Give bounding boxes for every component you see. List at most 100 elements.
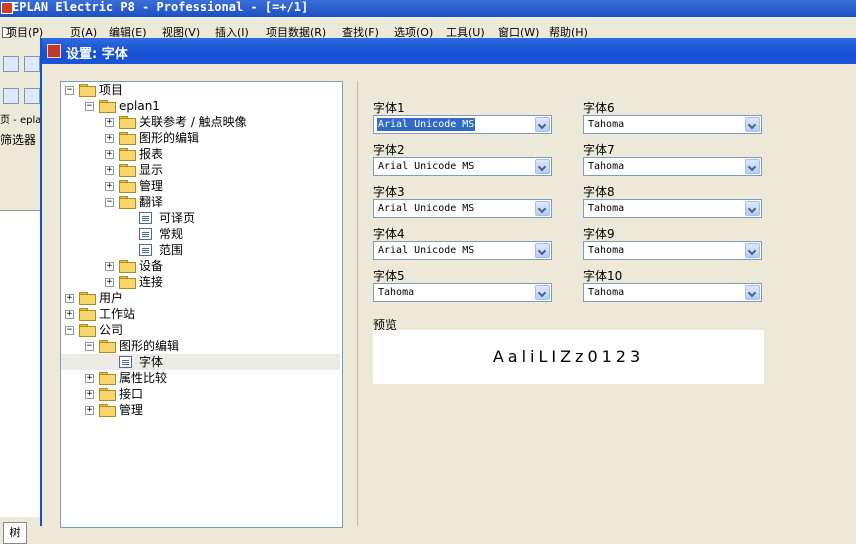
- font-select[interactable]: Tahoma: [583, 241, 762, 260]
- tree-item[interactable]: − 图形的编辑: [61, 338, 340, 354]
- chevron-down-icon[interactable]: [745, 159, 760, 174]
- toolbar-icon[interactable]: [3, 56, 19, 72]
- tab-tree[interactable]: 树: [3, 522, 27, 544]
- menu-item[interactable]: 项目(P): [6, 24, 43, 38]
- toolbar-icon[interactable]: [3, 88, 19, 104]
- expand-icon[interactable]: +: [105, 118, 114, 127]
- tree-item[interactable]: + 属性比较: [61, 370, 340, 386]
- folder-icon: [119, 260, 136, 273]
- chevron-down-icon[interactable]: [745, 285, 760, 300]
- folder-icon: [79, 84, 96, 97]
- expand-icon[interactable]: +: [105, 150, 114, 159]
- tree-item-label: eplan1: [119, 99, 160, 113]
- folder-icon: [79, 292, 96, 305]
- tree-item[interactable]: + 报表: [61, 146, 340, 162]
- tree-item[interactable]: 可译页: [61, 210, 340, 226]
- tree-item-label: 公司: [99, 323, 124, 337]
- collapse-icon[interactable]: −: [85, 342, 94, 351]
- menu-item[interactable]: 项目数据(R): [266, 24, 326, 38]
- app-title: EPLAN Electric P8 - Professional - [=+/1…: [12, 0, 309, 14]
- menu-item[interactable]: 页(A): [70, 24, 97, 38]
- expand-icon[interactable]: +: [65, 310, 74, 319]
- font-label: 字体7: [583, 143, 615, 157]
- collapse-icon[interactable]: −: [105, 198, 114, 207]
- folder-icon: [99, 388, 116, 401]
- tree-item[interactable]: + 显示: [61, 162, 340, 178]
- font-label: 字体3: [373, 185, 405, 199]
- chevron-down-icon[interactable]: [535, 243, 550, 258]
- tree-item[interactable]: + 关联参考 / 触点映像: [61, 114, 340, 130]
- chevron-down-icon[interactable]: [535, 159, 550, 174]
- chevron-down-icon[interactable]: [535, 285, 550, 300]
- chevron-down-icon[interactable]: [535, 201, 550, 216]
- folder-icon: [99, 404, 116, 417]
- folder-icon: [119, 148, 136, 161]
- menu-item[interactable]: 帮助(H): [549, 24, 588, 38]
- tree-item[interactable]: − 翻译: [61, 194, 340, 210]
- page-icon: [139, 244, 152, 256]
- expand-icon[interactable]: +: [85, 374, 94, 383]
- folder-icon: [99, 100, 116, 113]
- font-select-value: Arial Unicode MS: [378, 245, 475, 256]
- toolbar-icon[interactable]: [24, 56, 40, 72]
- menu-item[interactable]: 查找(F): [342, 24, 379, 38]
- font-select[interactable]: Tahoma: [373, 283, 552, 302]
- font-label: 字体10: [583, 269, 623, 283]
- font-select[interactable]: Tahoma: [583, 283, 762, 302]
- menu-item[interactable]: 插入(I): [215, 24, 249, 38]
- tree-item[interactable]: − 项目: [61, 82, 340, 98]
- menu-item[interactable]: 视图(V): [162, 24, 200, 38]
- toolbar-icon[interactable]: [24, 88, 40, 104]
- font-select-value: Tahoma: [588, 203, 625, 214]
- tree-item[interactable]: + 用户: [61, 290, 340, 306]
- collapse-icon[interactable]: −: [65, 86, 74, 95]
- tree-item[interactable]: 范围: [61, 242, 340, 258]
- expand-icon[interactable]: +: [105, 134, 114, 143]
- tree-item[interactable]: − eplan1: [61, 98, 340, 114]
- left-panel: 页 - eplan 筛选器 树: [0, 38, 48, 544]
- font-select[interactable]: Arial Unicode MS: [373, 115, 552, 134]
- font-select-value: Tahoma: [588, 287, 625, 298]
- font-select[interactable]: Tahoma: [583, 157, 762, 176]
- expand-icon[interactable]: +: [105, 262, 114, 271]
- chevron-down-icon[interactable]: [745, 117, 760, 132]
- expand-icon[interactable]: +: [65, 294, 74, 303]
- expand-icon[interactable]: +: [105, 166, 114, 175]
- font-label: 字体9: [583, 227, 615, 241]
- tree-item[interactable]: 字体: [61, 354, 340, 370]
- dialog-title-bar[interactable]: 设置: 字体: [42, 38, 856, 64]
- tree-item-label: 关联参考 / 触点映像: [139, 115, 247, 129]
- tree-item[interactable]: + 管理: [61, 402, 340, 418]
- font-select[interactable]: Tahoma: [583, 199, 762, 218]
- chevron-down-icon[interactable]: [535, 117, 550, 132]
- collapse-icon[interactable]: −: [65, 326, 74, 335]
- expand-icon[interactable]: +: [105, 182, 114, 191]
- font-select[interactable]: Arial Unicode MS: [373, 241, 552, 260]
- tree-item[interactable]: + 工作站: [61, 306, 340, 322]
- expand-icon[interactable]: +: [85, 406, 94, 415]
- app-title-bar: EPLAN Electric P8 - Professional - [=+/1…: [0, 0, 856, 17]
- folder-icon: [119, 180, 136, 193]
- font-select[interactable]: Tahoma: [583, 115, 762, 134]
- menu-item[interactable]: 选项(O): [394, 24, 433, 38]
- chevron-down-icon[interactable]: [745, 243, 760, 258]
- tree-item[interactable]: + 接口: [61, 386, 340, 402]
- dialog-title: 设置: 字体: [66, 47, 128, 62]
- menu-item[interactable]: 编辑(E): [109, 24, 147, 38]
- expand-icon[interactable]: +: [105, 278, 114, 287]
- menu-item[interactable]: 工具(U): [446, 24, 485, 38]
- tree-item[interactable]: − 公司: [61, 322, 340, 338]
- folder-icon: [79, 324, 96, 337]
- collapse-icon[interactable]: −: [85, 102, 94, 111]
- tree-item[interactable]: + 图形的编辑: [61, 130, 340, 146]
- font-select[interactable]: Arial Unicode MS: [373, 199, 552, 218]
- tree-item-label: 常规: [159, 227, 184, 241]
- tree-item[interactable]: 常规: [61, 226, 340, 242]
- font-select[interactable]: Arial Unicode MS: [373, 157, 552, 176]
- tree-item[interactable]: + 连接: [61, 274, 340, 290]
- expand-icon[interactable]: +: [85, 390, 94, 399]
- tree-item[interactable]: + 管理: [61, 178, 340, 194]
- tree-item[interactable]: + 设备: [61, 258, 340, 274]
- menu-item[interactable]: 窗口(W): [498, 24, 539, 38]
- chevron-down-icon[interactable]: [745, 201, 760, 216]
